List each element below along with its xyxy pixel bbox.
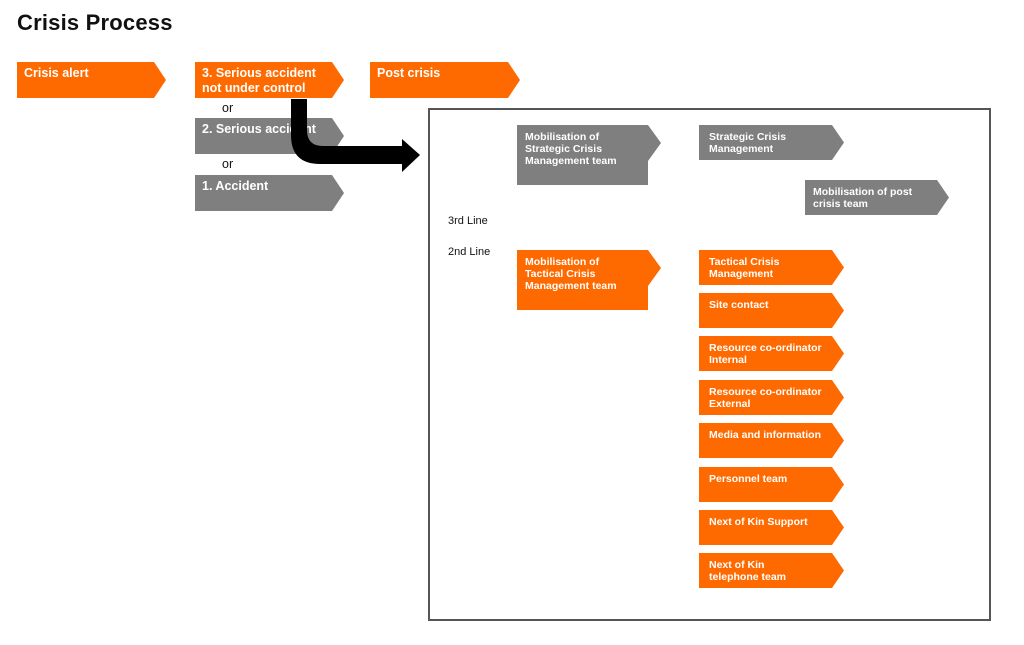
or-connector-1: or — [222, 101, 234, 115]
third-line-label: 3rd Line — [448, 215, 488, 227]
site-contact: Site contact — [699, 293, 844, 328]
media-and-information: Media and information — [699, 423, 844, 458]
box-label: Mobilisation of Strategic Crisis Managem… — [525, 131, 617, 167]
personnel-team: Personnel team — [699, 467, 844, 502]
box-label: Mobilisation of Tactical Crisis Manageme… — [525, 256, 617, 292]
box-label: Mobilisation of post crisis team — [813, 186, 913, 210]
phase-label: Crisis alert — [24, 66, 89, 80]
box-label: Resource co-ordinator External — [709, 386, 822, 410]
box-label: Next of Kin Support — [709, 516, 808, 528]
box-label: Next of Kin telephone team — [709, 559, 787, 583]
resource-coordinator-internal: Resource co-ordinator Internal — [699, 336, 844, 371]
phase-crisis-alert: Crisis alert — [17, 62, 166, 98]
mobilisation-strategic-team: Mobilisation of Strategic Crisis Managem… — [517, 125, 661, 185]
level-accident: 1. Accident — [195, 175, 344, 211]
second-line-label: 2nd Line — [448, 246, 491, 258]
box-label: Media and information — [709, 429, 822, 441]
box-label: Resource co-ordinator Internal — [709, 342, 822, 366]
box-label: Strategic Crisis Management — [709, 131, 787, 155]
phase-post-crisis: Post crisis — [370, 62, 520, 98]
tactical-crisis-management: Tactical Crisis Management — [699, 250, 844, 285]
resource-coordinator-external: Resource co-ordinator External — [699, 380, 844, 415]
level-label: 1. Accident — [202, 179, 269, 193]
next-of-kin-telephone-team: Next of Kin telephone team — [699, 553, 844, 588]
strategic-crisis-management: Strategic Crisis Management — [699, 125, 844, 160]
phase-label: 3. Serious accident not under control — [202, 66, 316, 95]
phase-label: Post crisis — [377, 66, 441, 80]
level-label: 2. Serious accident — [202, 122, 316, 136]
next-of-kin-support: Next of Kin Support — [699, 510, 844, 545]
box-label: Personnel team — [709, 473, 788, 485]
page-title: Crisis Process — [17, 10, 173, 35]
phase-serious-accident-not-under-control: 3. Serious accident not under control — [195, 62, 344, 98]
box-label: Tactical Crisis Management — [709, 256, 780, 280]
mobilisation-tactical-team: Mobilisation of Tactical Crisis Manageme… — [517, 250, 661, 310]
level-serious-accident: 2. Serious accident — [195, 118, 344, 154]
box-label: Site contact — [709, 299, 769, 311]
or-connector-2: or — [222, 157, 234, 171]
mobilisation-post-crisis-team: Mobilisation of post crisis team — [805, 180, 949, 215]
